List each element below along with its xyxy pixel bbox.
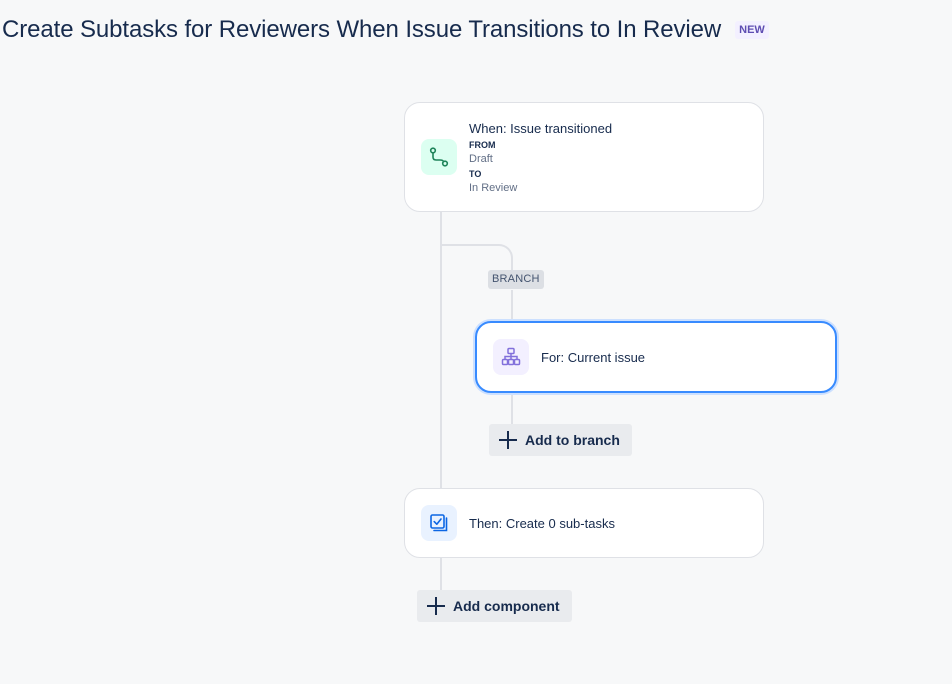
trigger-label: When: Issue transitioned bbox=[469, 120, 613, 136]
from-label: FROM bbox=[469, 139, 496, 150]
transition-icon bbox=[421, 139, 457, 175]
add-component-button[interactable]: Add component bbox=[417, 590, 572, 622]
trigger-details: When: Issue transitioned FROM Draft TO I… bbox=[469, 120, 612, 195]
add-component-label: Add component bbox=[453, 598, 560, 614]
header: Create Subtasks for Reviewers When Issue… bbox=[2, 16, 769, 44]
action-label: Then: Create 0 sub-tasks bbox=[469, 515, 615, 531]
plus-icon bbox=[499, 431, 517, 449]
subtask-icon bbox=[421, 505, 457, 541]
hierarchy-icon bbox=[493, 339, 529, 375]
branch-badge: BRANCH bbox=[488, 270, 544, 289]
to-label: TO bbox=[469, 168, 482, 179]
rule-title: Create Subtasks for Reviewers When Issue… bbox=[2, 16, 722, 43]
automation-rule-canvas: Create Subtasks for Reviewers When Issue… bbox=[0, 0, 952, 684]
trigger-card[interactable]: When: Issue transitioned FROM Draft TO I… bbox=[404, 102, 764, 212]
to-value: In Review bbox=[469, 181, 518, 194]
add-to-branch-button[interactable]: Add to branch bbox=[489, 424, 632, 456]
from-value: Draft bbox=[469, 152, 493, 165]
branch-condition-card[interactable]: For: Current issue bbox=[475, 321, 837, 393]
add-to-branch-label: Add to branch bbox=[525, 432, 620, 448]
component-connector-line bbox=[440, 558, 442, 590]
branch-connector-line-lower bbox=[511, 393, 513, 424]
branch-connector-line-upper bbox=[511, 290, 513, 321]
plus-icon bbox=[427, 597, 445, 615]
action-card[interactable]: Then: Create 0 sub-tasks bbox=[404, 488, 764, 558]
branch-condition-label: For: Current issue bbox=[541, 349, 646, 365]
new-badge: NEW bbox=[735, 21, 769, 39]
